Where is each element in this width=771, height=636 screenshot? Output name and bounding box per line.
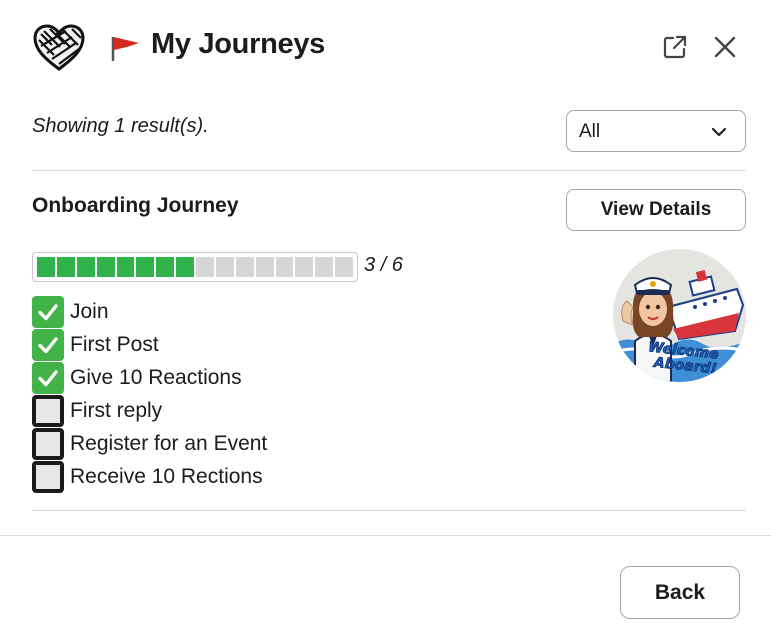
task-label: Receive 10 Rections bbox=[70, 464, 263, 488]
task-label: First Post bbox=[70, 332, 159, 356]
progress-segment-filled bbox=[37, 257, 55, 277]
empty-checkbox-icon bbox=[32, 394, 64, 427]
task-list: Join First Post Give 10 Reactions First rep… bbox=[32, 295, 267, 493]
progress-segment-filled bbox=[76, 257, 95, 277]
progress-segment-empty bbox=[235, 257, 254, 277]
progress-segment-empty bbox=[335, 257, 353, 277]
progress-segment-empty bbox=[215, 257, 234, 277]
progress-segment-filled bbox=[116, 257, 135, 277]
close-button[interactable] bbox=[708, 30, 742, 64]
empty-checkbox-icon bbox=[32, 460, 64, 493]
modal-header: My Journeys bbox=[0, 0, 771, 95]
divider bbox=[32, 510, 746, 511]
progress-segment-filled bbox=[176, 257, 194, 277]
footer-divider bbox=[0, 535, 771, 536]
divider bbox=[32, 170, 746, 171]
check-mark-icon bbox=[32, 361, 64, 394]
external-link-icon bbox=[663, 35, 687, 59]
rope-heart-icon bbox=[32, 24, 86, 72]
result-count-text: Showing 1 result(s). bbox=[32, 115, 209, 137]
task-item: Join bbox=[32, 295, 267, 328]
journey-filter-value: All bbox=[579, 121, 601, 142]
progress-segment-filled bbox=[56, 257, 75, 277]
popout-button[interactable] bbox=[658, 30, 692, 64]
progress-segment-empty bbox=[315, 257, 334, 277]
welcome-aboard-badge: Welcome Aboard! bbox=[613, 249, 746, 382]
journey-filter-select[interactable]: All bbox=[566, 110, 746, 152]
chevron-down-icon bbox=[711, 127, 727, 137]
page-title: My Journeys bbox=[151, 28, 325, 60]
progress-segment-filled bbox=[156, 257, 175, 277]
progress-segment-empty bbox=[255, 257, 274, 277]
task-item: First reply bbox=[32, 394, 267, 427]
progress-track bbox=[37, 257, 353, 277]
task-label: Give 10 Reactions bbox=[70, 365, 242, 389]
journey-progress-bar bbox=[32, 252, 358, 282]
check-mark-icon bbox=[32, 328, 64, 361]
back-button[interactable]: Back bbox=[620, 566, 740, 619]
progress-segment-filled bbox=[96, 257, 115, 277]
red-flag-icon bbox=[110, 34, 142, 62]
task-item: First Post bbox=[32, 328, 267, 361]
progress-segment-empty bbox=[275, 257, 294, 277]
task-label: Join bbox=[70, 299, 109, 323]
task-label: First reply bbox=[70, 398, 163, 422]
progress-segment-empty bbox=[196, 257, 214, 277]
progress-count: 3 / 6 bbox=[364, 254, 403, 276]
progress-segment-filled bbox=[136, 257, 155, 277]
close-icon bbox=[714, 36, 736, 58]
task-item: Register for an Event bbox=[32, 427, 267, 460]
check-mark-icon bbox=[32, 295, 64, 328]
task-item: Receive 10 Rections bbox=[32, 460, 267, 493]
empty-checkbox-icon bbox=[32, 427, 64, 460]
progress-segment-empty bbox=[295, 257, 314, 277]
task-label: Register for an Event bbox=[70, 431, 268, 455]
task-item: Give 10 Reactions bbox=[32, 361, 267, 394]
journey-title: Onboarding Journey bbox=[32, 194, 239, 217]
view-details-button[interactable]: View Details bbox=[566, 189, 746, 231]
